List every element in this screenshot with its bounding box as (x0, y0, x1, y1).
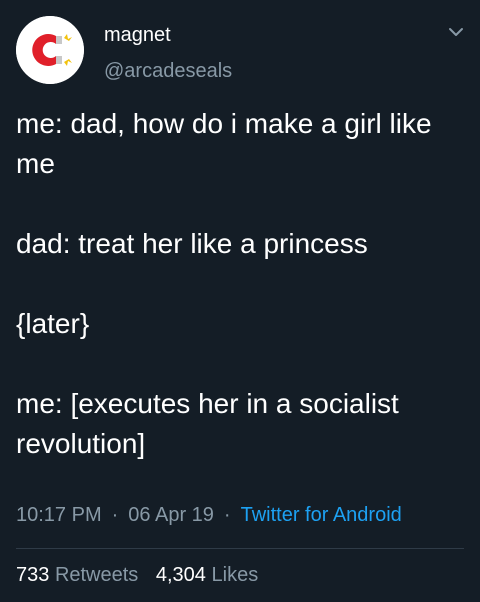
likes-stat[interactable]: 4,304 Likes (156, 564, 258, 586)
retweets-count: 733 (16, 564, 50, 586)
separator-dot: · (223, 504, 231, 526)
tweet-time[interactable]: 10:17 PM (16, 504, 102, 526)
avatar[interactable] (16, 16, 84, 84)
likes-count: 4,304 (155, 564, 206, 586)
tweet-line: me: dad, how do i make a girl like me (16, 108, 432, 179)
display-name[interactable]: magnet (104, 24, 171, 47)
tweet-source-link[interactable]: Twitter for Android (241, 504, 402, 526)
divider (16, 548, 464, 549)
retweets-stat[interactable]: 733 Retweets (16, 564, 138, 586)
tweet-line: me: [executes her in a socialist revolut… (16, 388, 399, 459)
likes-label: Likes (211, 564, 259, 586)
retweets-label: Retweets (54, 564, 139, 586)
tweet-line: dad: treat her like a princess (16, 228, 368, 259)
magnet-icon (16, 16, 84, 84)
tweet-header: magnet @arcadeseals (16, 16, 466, 84)
tweet-line: {later} (16, 308, 90, 339)
tweet-text: me: dad, how do i make a girl like me da… (16, 104, 464, 464)
tweet-date[interactable]: 06 Apr 19 (128, 504, 214, 526)
tweet-meta: 10:17 PM · 06 Apr 19 · Twitter for Android (16, 504, 466, 527)
user-handle[interactable]: @arcadeseals (104, 60, 232, 83)
tweet-stats: 733 Retweets 4,304 Likes (16, 564, 466, 587)
chevron-down-icon[interactable] (446, 22, 466, 42)
separator-dot: · (111, 504, 119, 526)
